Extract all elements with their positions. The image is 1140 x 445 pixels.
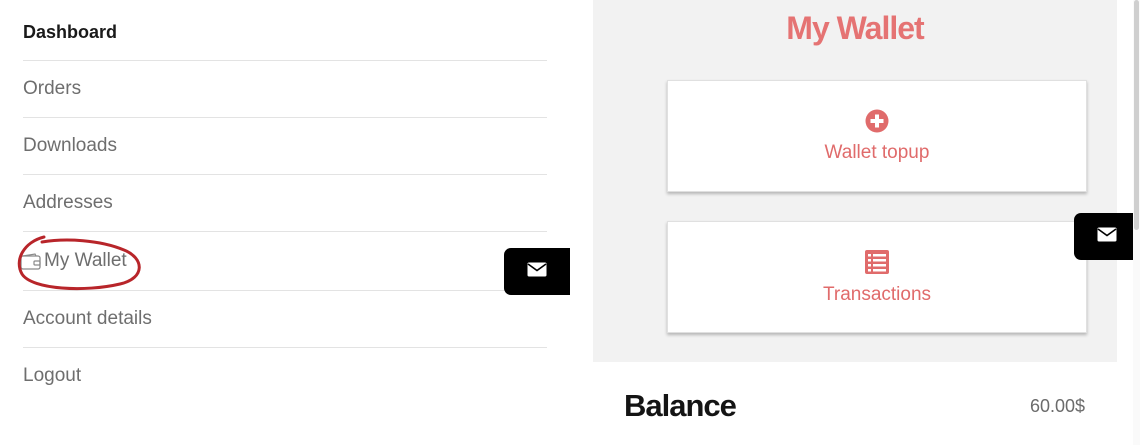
balance-label: Balance [624,388,737,423]
nav-item-label: My Wallet [44,250,127,271]
envelope-icon [527,262,547,282]
scrollbar-thumb[interactable] [1134,0,1139,230]
nav-item-label: Dashboard [23,21,118,42]
nav-item-logout[interactable]: Logout [23,348,547,404]
wallet-topup-label: Wallet topup [824,141,930,163]
nav-item-label: Logout [23,365,82,386]
envelope-icon [1097,227,1117,247]
contact-button[interactable] [1074,213,1140,260]
transactions-button[interactable]: Transactions [667,221,1087,333]
contact-button[interactable] [504,248,570,295]
nav-item-orders[interactable]: Orders [23,61,547,118]
nav-item-downloads[interactable]: Downloads [23,118,547,175]
nav-item-account-details[interactable]: Account details [23,291,547,348]
account-navigation-panel: Dashboard Orders Downloads Addresses My … [0,0,570,445]
wallet-icon [20,252,42,270]
nav-item-my-wallet[interactable]: My Wallet [17,232,547,291]
nav-item-label: Addresses [23,192,113,213]
list-icon [864,249,890,280]
account-nav: Dashboard Orders Downloads Addresses My … [17,4,547,404]
wallet-topup-button[interactable]: Wallet topup [667,80,1087,192]
page-title: My Wallet [786,10,924,46]
nav-item-label: Account details [23,308,152,329]
plus-circle-icon [865,109,889,138]
nav-item-label: Downloads [23,135,117,156]
transactions-label: Transactions [822,283,932,305]
balance-value: 60.00$ [1029,396,1085,416]
nav-item-dashboard[interactable]: Dashboard [23,4,547,61]
nav-item-addresses[interactable]: Addresses [23,175,547,232]
wallet-panel: My Wallet Wallet topup Transactions Bala… [593,0,1117,445]
nav-item-label: Orders [23,78,82,99]
